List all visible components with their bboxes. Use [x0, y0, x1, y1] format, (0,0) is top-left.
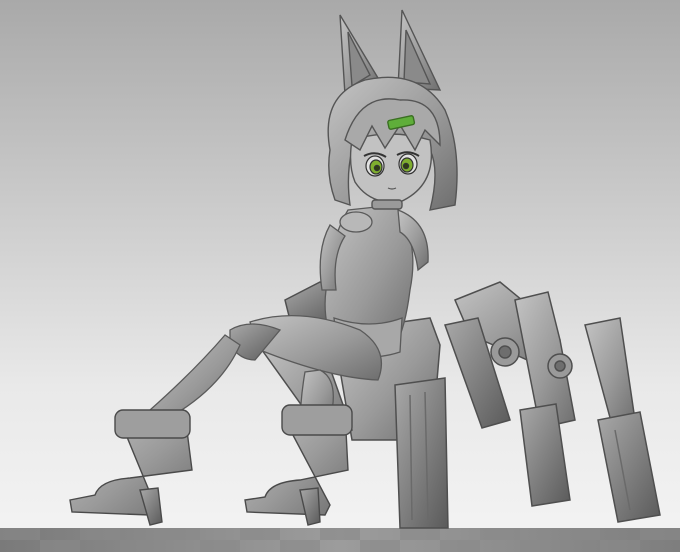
- render-viewport: [0, 0, 680, 552]
- floor-plate: [0, 528, 680, 552]
- boots: [69, 404, 353, 526]
- figure-head: [327, 9, 458, 211]
- figure-render: [0, 9, 680, 552]
